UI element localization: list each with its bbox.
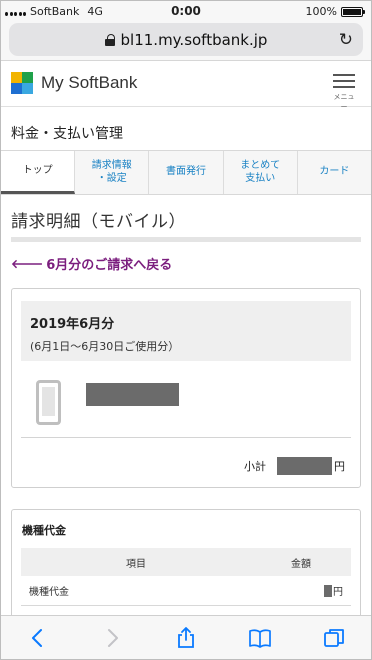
back-link-text: 6月分のご請求へ戻る [46, 258, 173, 273]
back-button[interactable] [18, 618, 58, 658]
subtotal-label: 小計 [244, 460, 266, 473]
tab-documents[interactable]: 書面発行 [149, 151, 224, 194]
redacted-phone-number [86, 383, 179, 406]
detail-title: 機種代金 [22, 524, 66, 537]
reload-icon[interactable]: ↻ [339, 30, 353, 50]
column-item: 項目 [126, 558, 146, 570]
section-title: 料金・支払い管理 [11, 126, 123, 142]
phone-screen: SoftBank 4G 0:00 100% bl11.my.softbank.j… [0, 0, 372, 660]
column-amount: 金額 [291, 558, 311, 570]
browser-toolbar [1, 615, 371, 659]
row-item: 機種代金 [29, 587, 69, 598]
row-amount: 円 [251, 583, 351, 598]
usage-period: (6月1日〜6月30日ご使用分） [30, 340, 180, 353]
row-yen: 円 [333, 587, 343, 598]
browser-address-area: bl11.my.softbank.jp ↻ [1, 21, 371, 61]
smartphone-icon [36, 380, 61, 425]
site-header: My SoftBank メニュー [1, 62, 371, 111]
hamburger-icon [331, 74, 357, 88]
forward-button[interactable] [92, 618, 132, 658]
share-icon [178, 626, 194, 648]
battery-icon [341, 6, 365, 17]
redacted-amount [324, 584, 332, 597]
forward-icon [108, 628, 118, 647]
tab-combined-payment[interactable]: まとめて 支払い [224, 151, 298, 194]
tab-billing-settings[interactable]: 請求情報 ・設定 [75, 151, 150, 194]
share-button[interactable] [166, 618, 206, 658]
lock-icon [104, 33, 115, 46]
billing-month: 2019年6月分 [30, 317, 115, 332]
battery-percent: 100% [305, 5, 337, 18]
tab-bar: トップ 請求情報 ・設定 書面発行 まとめて 支払い カード [1, 150, 371, 195]
page-title: 請求明細（モバイル） [11, 212, 186, 232]
subtotal-row: 小計 円 [244, 457, 345, 475]
logo-text: My SoftBank [41, 73, 138, 92]
heading-divider [11, 237, 361, 242]
menu-label: メニュー [333, 93, 355, 111]
summary-card: 2019年6月分 (6月1日〜6月30日ご使用分） 小計 円 [11, 288, 361, 488]
subtotal-yen: 円 [334, 460, 345, 473]
billing-period-box: 2019年6月分 (6月1日〜6月30日ご使用分） [21, 301, 351, 361]
bookmarks-button[interactable] [240, 618, 280, 658]
back-to-bill-link[interactable]: 🡐 6月分のご請求へ戻る [11, 254, 172, 273]
address-bar[interactable]: bl11.my.softbank.jp ↻ [9, 23, 363, 56]
tab-top[interactable]: トップ [1, 151, 76, 194]
arrow-left-icon: 🡐 [11, 257, 44, 271]
status-right: 100% [305, 5, 365, 18]
tabs-button[interactable] [314, 618, 354, 658]
table-header: 項目 金額 [21, 548, 351, 576]
status-bar: SoftBank 4G 0:00 100% [1, 1, 371, 21]
table-row: 機種代金 円 [21, 576, 351, 606]
bookmarks-icon [249, 628, 271, 648]
card-divider [21, 437, 351, 438]
back-icon [32, 628, 42, 647]
site-logo[interactable]: My SoftBank [11, 72, 137, 94]
tab-card[interactable]: カード [298, 151, 371, 194]
redacted-subtotal-amount [277, 457, 332, 475]
url-text: bl11.my.softbank.jp [120, 30, 268, 49]
menu-button[interactable]: メニュー [331, 70, 357, 112]
detail-table: 項目 金額 機種代金 円 [21, 548, 351, 606]
softbank-cube-icon [11, 72, 33, 94]
tabs-icon [324, 628, 344, 647]
